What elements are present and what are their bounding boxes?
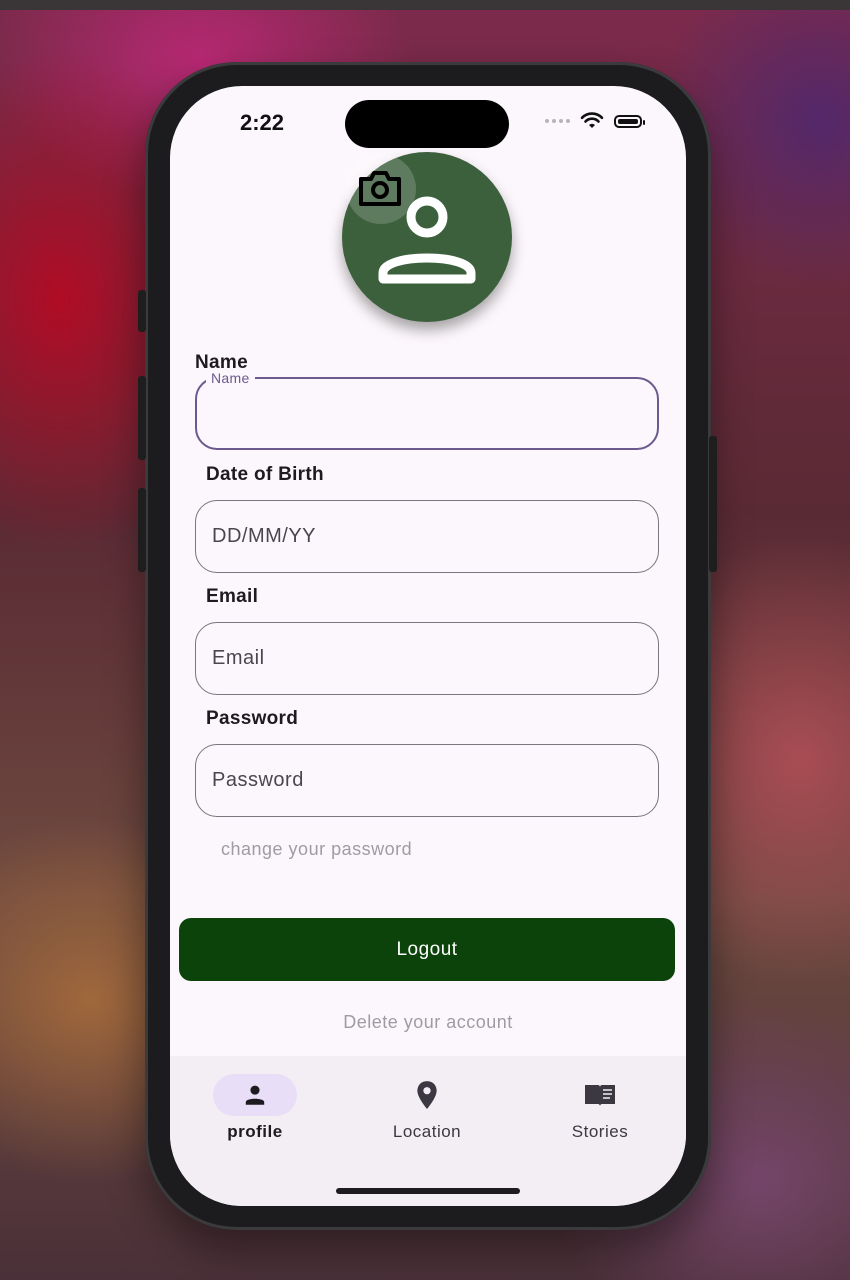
dob-input[interactable] xyxy=(195,500,659,573)
phone-power-button xyxy=(709,436,717,572)
change-password-link[interactable]: change your password xyxy=(221,839,412,860)
logout-button[interactable]: Logout xyxy=(179,918,675,981)
name-input[interactable] xyxy=(195,377,659,450)
bottom-navigation-bar: profile Location Stories xyxy=(170,1056,686,1206)
phone-mute-switch xyxy=(138,290,146,332)
email-label: Email xyxy=(206,586,259,607)
home-indicator xyxy=(336,1188,520,1194)
battery-icon xyxy=(614,114,645,128)
nav-item-profile[interactable]: profile xyxy=(185,1074,325,1142)
camera-icon xyxy=(359,171,401,206)
status-time: 2:22 xyxy=(240,110,285,135)
phone-volume-down xyxy=(138,488,146,572)
app-screen: 2:22 Name Name Date of Birth Email Passw… xyxy=(170,86,686,1206)
change-photo-button[interactable] xyxy=(356,166,404,210)
email-input[interactable] xyxy=(195,622,659,695)
person-icon xyxy=(245,1085,265,1105)
nav-label-stories: Stories xyxy=(571,1122,629,1141)
top-edge-bar xyxy=(0,0,850,10)
nav-label-location: Location xyxy=(392,1122,462,1141)
nav-item-location[interactable]: Location xyxy=(357,1074,497,1142)
location-pin-icon xyxy=(417,1081,437,1109)
nav-active-indicator xyxy=(213,1074,297,1116)
dynamic-island xyxy=(345,100,509,148)
dob-label: Date of Birth xyxy=(206,464,324,485)
delete-account-link[interactable]: Delete your account xyxy=(170,1012,686,1033)
nav-item-stories[interactable]: Stories xyxy=(530,1074,670,1142)
password-input[interactable] xyxy=(195,744,659,817)
status-icons xyxy=(545,112,645,130)
wifi-icon xyxy=(580,112,604,128)
name-floating-label: Name xyxy=(206,370,255,386)
book-icon xyxy=(585,1085,615,1106)
nav-label-profile: profile xyxy=(227,1122,283,1141)
password-label: Password xyxy=(206,708,299,729)
phone-volume-up xyxy=(138,376,146,460)
cellular-signal-icon xyxy=(545,119,570,123)
